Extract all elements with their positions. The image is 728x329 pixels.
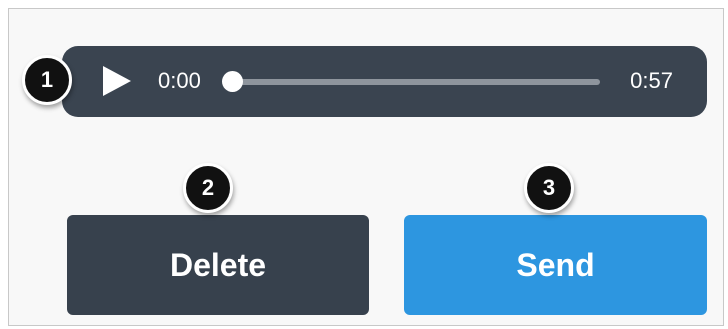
current-time: 0:00 [158,68,201,93]
callout-badge-2: 2 [183,163,233,213]
duration-time: 0:57 [630,68,673,93]
progress-track[interactable] [232,79,600,85]
play-icon-glyph [103,66,131,96]
progress-thumb[interactable] [221,71,243,92]
delete-button[interactable]: Delete [67,215,369,315]
play-icon[interactable] [98,63,134,99]
audio-player: 0:00 0:57 [62,46,707,117]
send-button[interactable]: Send [404,215,707,315]
callout-badge-3: 3 [524,163,574,213]
callout-badge-1: 1 [22,55,72,105]
